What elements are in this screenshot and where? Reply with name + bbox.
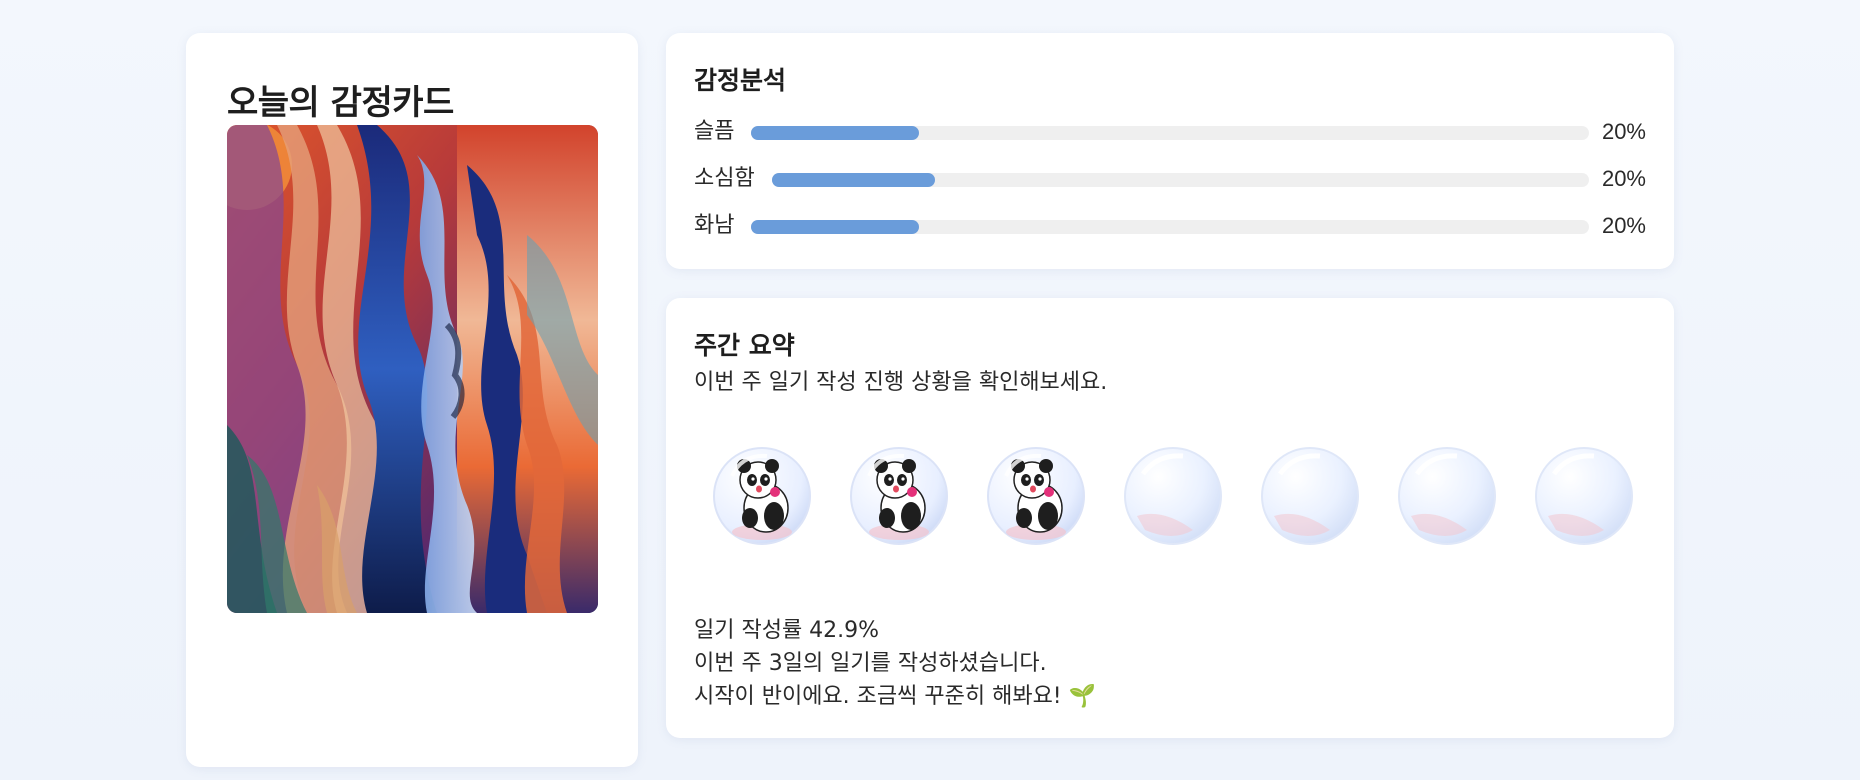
emotion-label: 화남: [694, 213, 735, 238]
weekly-summary-title: 주간 요약: [694, 331, 795, 360]
emotion-progress-fill: [751, 220, 919, 234]
encouragement-text: 시작이 반이에요. 조금씩 꾸준히 해봐요! 🌱: [694, 684, 1097, 709]
panda-bubble-icon[interactable]: [849, 446, 949, 546]
emotion-percent: 20%: [1601, 119, 1646, 144]
weekly-summary-card: 주간 요약 이번 주 일기 작성 진행 상황을 확인해보세요. 일기 작성률 4…: [666, 298, 1674, 738]
weekly-summary-subtitle: 이번 주 일기 작성 진행 상황을 확인해보세요.: [694, 370, 1108, 395]
diary-count-text: 이번 주 3일의 일기를 작성하셨습니다.: [694, 651, 1047, 676]
emotion-analysis-card: 감정분석 슬픔 20% 소심함 20% 화남 20%: [666, 33, 1674, 269]
emotion-label: 슬픔: [694, 119, 735, 144]
empty-bubble-icon[interactable]: [1260, 446, 1360, 546]
emotion-row-anger: 화남 20%: [694, 211, 1646, 241]
emotion-card-title: 오늘의 감정카드: [227, 83, 454, 123]
emotion-percent: 20%: [1601, 166, 1646, 191]
emotion-label: 소심함: [694, 166, 755, 191]
diary-rate-text: 일기 작성률 42.9%: [694, 618, 880, 643]
emotion-analysis-title: 감정분석: [694, 66, 787, 95]
emotion-row-timidity: 소심함 20%: [694, 164, 1646, 194]
emotion-card: 오늘의 감정카드: [186, 33, 638, 767]
empty-bubble-icon[interactable]: [1397, 446, 1497, 546]
emotion-percent: 20%: [1601, 213, 1646, 238]
emotion-card-image[interactable]: [227, 125, 598, 613]
emotion-progress-fill: [772, 173, 936, 187]
empty-bubble-icon[interactable]: [1123, 446, 1223, 546]
emotion-progress-track: [751, 220, 1589, 234]
panda-bubble-icon[interactable]: [986, 446, 1086, 546]
emotion-row-sadness: 슬픔 20%: [694, 117, 1646, 147]
abstract-face-painting: [227, 125, 598, 613]
empty-bubble-icon[interactable]: [1534, 446, 1634, 546]
emotion-progress-track: [751, 126, 1589, 140]
panda-bubble-icon[interactable]: [712, 446, 812, 546]
emotion-progress-fill: [751, 126, 919, 140]
emotion-progress-track: [772, 173, 1589, 187]
